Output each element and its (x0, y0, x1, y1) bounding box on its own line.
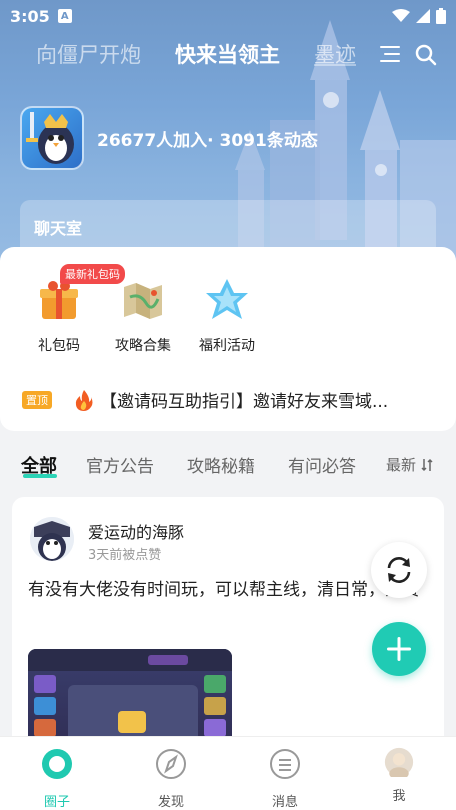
sort-label: 最新 (386, 456, 417, 474)
post-author-avatar[interactable] (30, 517, 74, 561)
search-icon[interactable] (414, 43, 438, 67)
nav-discover[interactable]: 发现 (136, 747, 206, 810)
fire-icon (75, 389, 93, 411)
pinned-tag: 置顶 (22, 390, 52, 409)
tab-game-1[interactable]: 向僵尸开炮 (36, 39, 141, 69)
nav-circle[interactable]: 圈子 (22, 747, 92, 810)
status-bar: 3:05 A (0, 0, 456, 32)
battery-icon (436, 8, 446, 24)
wifi-icon (392, 9, 410, 22)
tab-game-3[interactable]: 墨迹 (314, 39, 356, 69)
ice-crystal-icon (206, 279, 248, 319)
signal-icon (416, 9, 430, 23)
feature-welfare-activity[interactable]: 福利活动 (182, 277, 272, 355)
feature-label: 攻略合集 (115, 338, 171, 354)
message-icon (270, 749, 300, 779)
status-time: 3:05 (10, 6, 50, 26)
pinned-text: 【邀请码互助指引】邀请好友来雪域... (100, 392, 389, 412)
bottom-nav: 圈子 发现 消息 我 (0, 736, 456, 810)
post-author-name[interactable]: 爱运动的海豚 (88, 519, 184, 543)
nav-label: 我 (392, 789, 406, 804)
penguin-knight-icon (26, 112, 74, 164)
circle-avatar[interactable] (20, 106, 84, 170)
refresh-icon (387, 557, 411, 583)
create-post-button[interactable] (372, 622, 426, 676)
menu-icon[interactable] (380, 45, 402, 63)
plus-icon (387, 637, 411, 661)
features-card: 礼包码 最新礼包码 攻略合集 福利活动 置顶 【邀请码互助指引】邀请好友来雪域.… (0, 247, 456, 431)
nav-me[interactable]: 我 (364, 747, 434, 804)
nav-label: 圈子 (43, 795, 70, 810)
circle-icon (42, 749, 72, 779)
chat-room-title: 聊天室 (34, 219, 83, 238)
feature-label: 礼包码 (38, 338, 80, 354)
avatar-icon (384, 747, 414, 780)
sort-latest[interactable]: 最新 (386, 454, 433, 475)
category-tabs: 全部 官方公告 攻略秘籍 有问必答 最新 (0, 448, 456, 480)
penguin-avatar-icon (30, 517, 74, 561)
refresh-button[interactable] (371, 542, 427, 598)
notification-app-icon: A (57, 9, 72, 23)
feature-label: 福利活动 (199, 338, 255, 354)
post-card[interactable]: 爱运动的海豚 3天前被点赞 有没有大佬没有时间玩，可以帮主线，清日常，免费 (12, 497, 444, 757)
tab-underline (23, 474, 57, 478)
post-content: 有没有大佬没有时间玩，可以帮主线，清日常，免费 (28, 580, 419, 600)
compass-icon (156, 749, 186, 779)
nav-label: 发现 (157, 795, 184, 810)
nav-messages[interactable]: 消息 (250, 747, 320, 810)
feature-gift-code[interactable]: 礼包码 (14, 277, 104, 355)
tab-official-notices[interactable]: 官方公告 (86, 452, 154, 477)
treasure-map-icon (124, 283, 162, 319)
nav-label: 消息 (271, 795, 298, 810)
tab-strategy-tips[interactable]: 攻略秘籍 (187, 452, 255, 477)
circle-stats: 26677人加入· 3091条动态 (97, 131, 318, 151)
tab-game-2[interactable]: 快来当领主 (175, 39, 280, 69)
pinned-post[interactable]: 置顶 【邀请码互助指引】邀请好友来雪域... (22, 387, 442, 412)
sort-icon (421, 458, 433, 472)
tab-qa[interactable]: 有问必答 (288, 452, 356, 477)
feature-strategy-collection[interactable]: 攻略合集 (98, 277, 188, 355)
post-meta: 3天前被点赞 (88, 548, 162, 563)
